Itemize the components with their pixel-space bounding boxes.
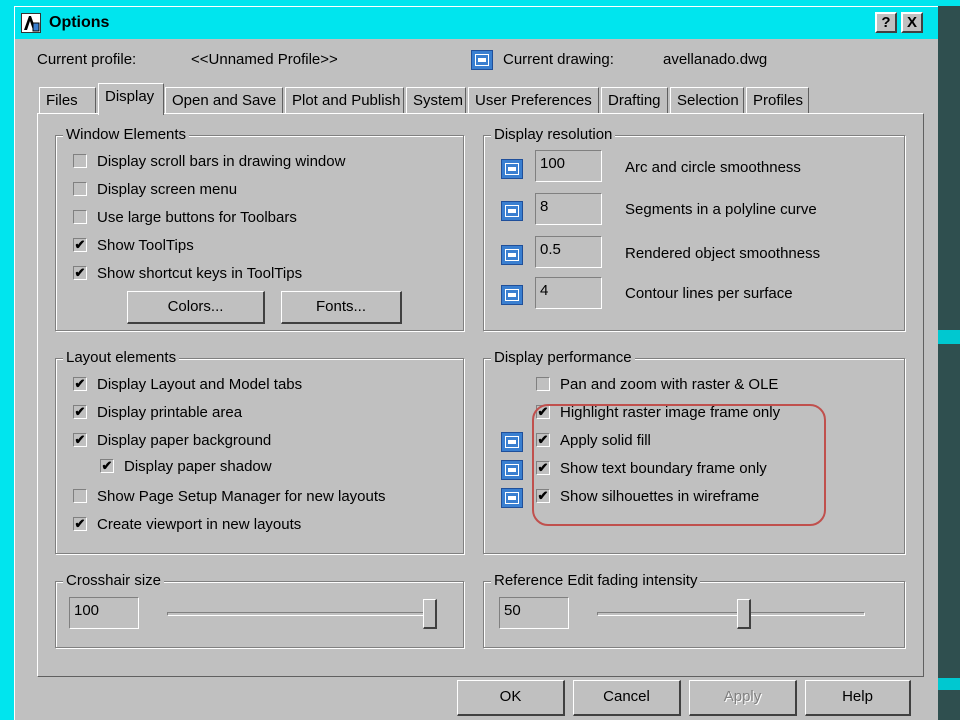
title-bar[interactable]: Options ? X xyxy=(15,7,938,39)
drawing-saved-icon xyxy=(501,285,523,305)
xref-fading-slider-track[interactable] xyxy=(597,612,865,616)
paper-background-checkbox[interactable] xyxy=(73,433,87,447)
show-tooltips-checkbox[interactable] xyxy=(73,238,87,252)
create-viewport-checkbox[interactable] xyxy=(73,517,87,531)
xref-fading-slider-thumb[interactable] xyxy=(736,599,751,629)
printable-area-checkbox[interactable] xyxy=(73,405,87,419)
tab-open-and-save[interactable]: Open and Save xyxy=(165,87,283,113)
crosshair-slider-track[interactable] xyxy=(167,612,437,616)
contour-lines-field[interactable]: 4 xyxy=(535,277,602,309)
desktop-strip-left xyxy=(0,0,14,720)
help-title-button[interactable]: ? xyxy=(875,12,897,33)
tab-selection[interactable]: Selection xyxy=(670,87,744,113)
create-viewport-label: Create viewport in new layouts xyxy=(97,516,302,533)
arc-smoothness-label: Arc and circle smoothness xyxy=(625,159,801,176)
tab-system[interactable]: System xyxy=(406,87,466,113)
layout-elements-title: Layout elements xyxy=(63,349,180,366)
desktop-strip-right-accent-lower xyxy=(938,678,960,690)
close-icon[interactable]: X xyxy=(901,12,923,33)
display-performance-title: Display performance xyxy=(491,349,635,366)
autocad-app-icon xyxy=(21,13,41,33)
apply-button[interactable]: Apply xyxy=(689,680,797,716)
display-resolution-title: Display resolution xyxy=(491,126,616,143)
drawing-saved-icon xyxy=(501,460,523,480)
rendered-smoothness-label: Rendered object smoothness xyxy=(625,245,821,262)
tab-user-preferences[interactable]: User Preferences xyxy=(468,87,599,113)
pan-zoom-raster-label: Pan and zoom with raster & OLE xyxy=(560,376,779,393)
paper-background-label: Display paper background xyxy=(97,432,272,449)
drawing-saved-icon xyxy=(501,488,523,508)
desktop-strip-right xyxy=(938,6,960,720)
crosshair-size-title: Crosshair size xyxy=(63,572,165,589)
page-setup-manager-checkbox[interactable] xyxy=(73,489,87,503)
pan-zoom-raster-checkbox[interactable] xyxy=(536,377,550,391)
layout-model-tabs-checkbox[interactable] xyxy=(73,377,87,391)
xref-fading-title: Reference Edit fading intensity xyxy=(491,572,701,589)
polyline-segments-field[interactable]: 8 xyxy=(535,193,602,225)
drawing-icon xyxy=(471,50,493,70)
fonts-button[interactable]: Fonts... xyxy=(281,291,402,324)
paper-shadow-checkbox[interactable] xyxy=(100,459,114,473)
options-dialog: Options ? X Current profile: <<Unnamed P… xyxy=(14,6,938,720)
show-tooltips-label: Show ToolTips xyxy=(97,237,194,254)
contour-lines-label: Contour lines per surface xyxy=(625,285,793,302)
tab-files[interactable]: Files xyxy=(39,87,96,113)
xref-fading-field[interactable]: 50 xyxy=(499,597,569,629)
desktop-strip-right-accent xyxy=(938,330,960,344)
rendered-smoothness-field[interactable]: 0.5 xyxy=(535,236,602,268)
arc-smoothness-field[interactable]: 100 xyxy=(535,150,602,182)
window-title: Options xyxy=(49,14,110,31)
screen-menu-checkbox[interactable] xyxy=(73,182,87,196)
current-drawing-label: Current drawing: xyxy=(503,51,614,68)
paper-shadow-label: Display paper shadow xyxy=(124,458,272,475)
drawing-saved-icon xyxy=(501,245,523,265)
polyline-segments-label: Segments in a polyline curve xyxy=(625,201,817,218)
ok-button[interactable]: OK xyxy=(457,680,565,716)
printable-area-label: Display printable area xyxy=(97,404,243,421)
scroll-bars-checkbox[interactable] xyxy=(73,154,87,168)
shortcut-keys-checkbox[interactable] xyxy=(73,266,87,280)
large-buttons-label: Use large buttons for Toolbars xyxy=(97,209,297,226)
tab-profiles[interactable]: Profiles xyxy=(746,87,809,113)
tab-plot-and-publish[interactable]: Plot and Publish xyxy=(285,87,404,113)
screen-menu-label: Display screen menu xyxy=(97,181,238,198)
tab-drafting[interactable]: Drafting xyxy=(601,87,668,113)
tab-display[interactable]: Display xyxy=(98,83,164,115)
large-buttons-checkbox[interactable] xyxy=(73,210,87,224)
window-elements-title: Window Elements xyxy=(63,126,190,143)
drawing-saved-icon xyxy=(501,432,523,452)
cancel-button[interactable]: Cancel xyxy=(573,680,681,716)
drawing-saved-icon xyxy=(501,159,523,179)
shortcut-keys-label: Show shortcut keys in ToolTips xyxy=(97,265,303,282)
colors-button[interactable]: Colors... xyxy=(127,291,265,324)
drawing-saved-icon xyxy=(501,201,523,221)
layout-model-tabs-label: Display Layout and Model tabs xyxy=(97,376,303,393)
current-drawing-value: avellanado.dwg xyxy=(663,51,768,68)
page-setup-manager-label: Show Page Setup Manager for new layouts xyxy=(97,488,386,505)
help-button[interactable]: Help xyxy=(805,680,911,716)
scroll-bars-label: Display scroll bars in drawing window xyxy=(97,153,346,170)
current-profile-value: <<Unnamed Profile>> xyxy=(191,51,338,68)
crosshair-slider-thumb[interactable] xyxy=(423,599,437,629)
crosshair-size-field[interactable]: 100 xyxy=(69,597,139,629)
highlight-annotation-ring xyxy=(532,404,826,526)
current-profile-label: Current profile: xyxy=(37,51,137,68)
